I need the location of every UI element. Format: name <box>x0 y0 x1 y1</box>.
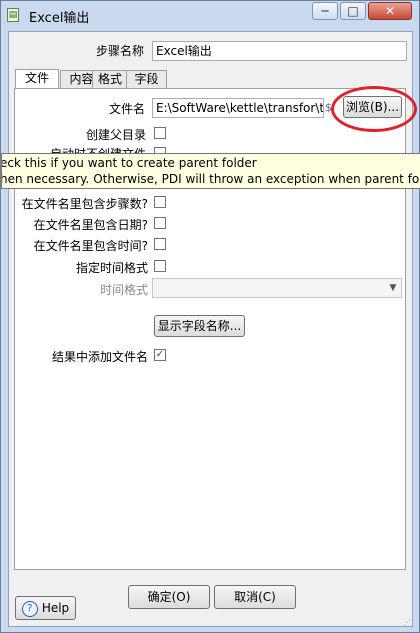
specify-date-format-label: 指定时间格式 <box>75 261 148 275</box>
help-icon: ? <box>21 600 38 617</box>
add-to-result-label: 结果中添加文件名 <box>51 350 148 364</box>
app-icon: ▤ <box>7 8 19 22</box>
tab-file[interactable]: 文件 <box>15 69 59 89</box>
specify-date-format-checkbox[interactable] <box>154 260 166 272</box>
tooltip: eck this if you want to create parent fo… <box>1 153 420 189</box>
tab-fields[interactable]: 字段 <box>126 70 167 88</box>
include-stepnr-checkbox[interactable] <box>154 196 166 208</box>
include-time-label: 在文件名里包含时间? <box>33 239 148 253</box>
tab-format[interactable]: 格式 <box>92 70 128 88</box>
maximize-button[interactable]: □ <box>340 2 366 20</box>
include-date-label: 在文件名里包含日期? <box>33 218 148 232</box>
maximize-icon: □ <box>347 4 359 18</box>
tooltip-line-2: hen necessary. Otherwise, PDI will throw… <box>1 172 420 186</box>
ok-button[interactable]: 确定(O) <box>128 585 210 609</box>
date-format-label: 时间格式 <box>99 283 148 297</box>
annotation-circle <box>331 86 417 132</box>
create-parent-label: 创建父目录 <box>85 128 146 142</box>
minimize-button[interactable]: ─ <box>312 2 338 20</box>
include-date-checkbox[interactable] <box>154 217 166 229</box>
step-name-input[interactable]: Excel输出 <box>152 41 407 61</box>
tooltip-line-1: eck this if you want to create parent fo… <box>1 156 257 170</box>
checkmark-icon: ✓ <box>155 349 165 360</box>
include-time-checkbox[interactable] <box>154 238 166 250</box>
add-to-result-checkbox[interactable]: ✓ <box>154 349 166 361</box>
chevron-down-icon[interactable]: ▼ <box>385 279 401 297</box>
window-title: Excel输出 <box>29 11 90 26</box>
create-parent-checkbox[interactable] <box>154 127 166 139</box>
excel-output-dialog: ▤ Excel输出 ─ □ ✕ 步骤名称 Excel输出 文件 内容 格式 字段… <box>0 0 420 633</box>
help-button[interactable]: ? Help <box>15 596 76 620</box>
include-stepnr-label: 在文件名里包含步骤数? <box>21 197 148 211</box>
show-field-names-button[interactable]: 显示字段名称... <box>154 315 245 337</box>
step-name-label: 步骤名称 <box>95 44 144 58</box>
filename-input[interactable]: E:\SoftWare\kettle\transfor\t <box>152 98 324 118</box>
date-format-select[interactable]: ▼ <box>152 278 402 298</box>
close-button[interactable]: ✕ <box>368 2 412 20</box>
help-button-label: Help <box>41 601 70 615</box>
resize-grip-icon[interactable]: ⋰ <box>403 618 413 628</box>
title-bar[interactable]: ▤ Excel输出 ─ □ ✕ <box>1 1 419 31</box>
minimize-icon: ─ <box>321 4 329 18</box>
filename-label: 文件名 <box>108 102 145 116</box>
cancel-button[interactable]: 取消(C) <box>214 585 296 609</box>
close-icon: ✕ <box>384 4 396 18</box>
